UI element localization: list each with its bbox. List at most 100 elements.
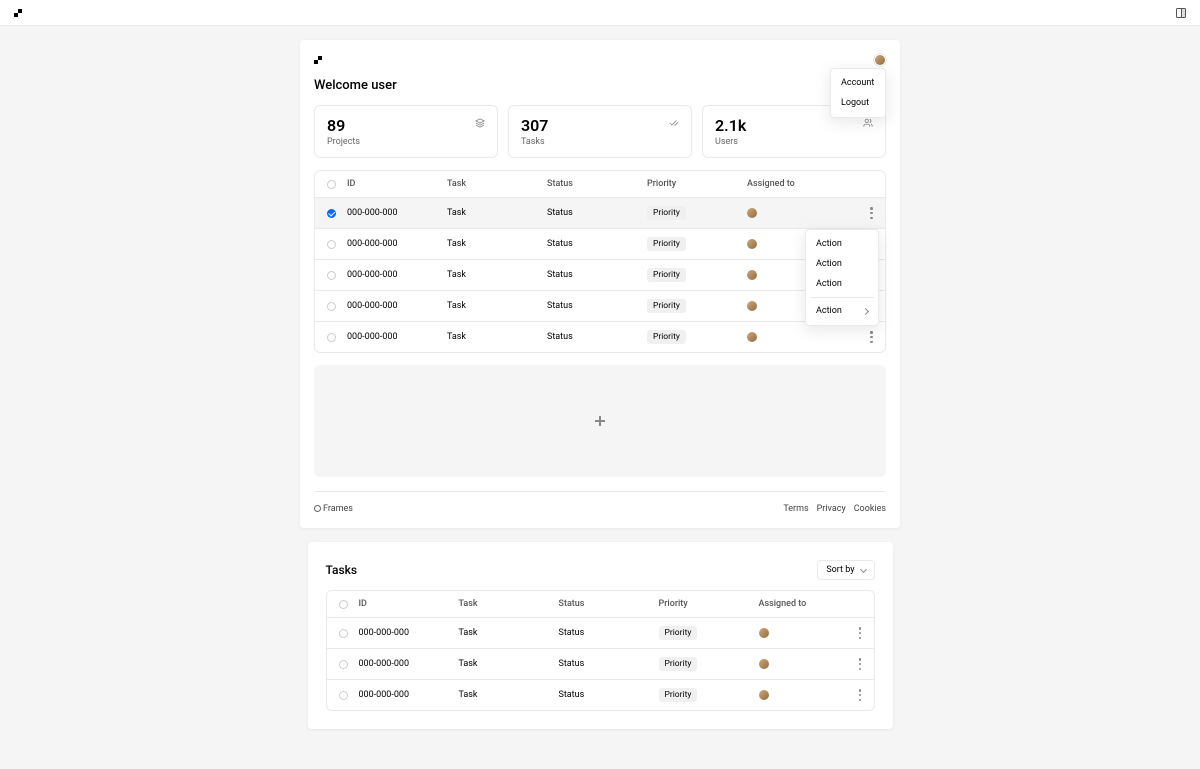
panel-toggle-icon[interactable] [1176,8,1186,18]
table-row[interactable]: 000-000-000 Task Status Priority [327,618,874,649]
cell-task: Task [447,270,547,280]
col-assigned: Assigned to [759,599,842,609]
assignee-avatar [747,332,757,342]
cell-task: Task [459,628,559,638]
assignee-avatar [759,659,769,669]
action-item[interactable]: Action [806,274,878,294]
stat-value: 307 [521,116,679,135]
priority-badge: Priority [659,688,698,702]
cell-task: Task [447,239,547,249]
stat-label: Users [715,137,873,147]
plus-icon [595,416,605,426]
privacy-link[interactable]: Privacy [817,504,846,514]
account-menu-item[interactable]: Account [831,73,885,93]
cell-task: Task [447,208,547,218]
sort-by-button[interactable]: Sort by [817,560,874,580]
stat-projects: 89 Projects [314,105,498,158]
priority-badge: Priority [647,268,686,282]
row-checkbox[interactable] [327,271,336,280]
table-row[interactable]: 000-000-000 Task Status Priority [315,322,885,352]
check-check-icon [669,118,679,128]
select-all-checkbox[interactable] [327,180,336,189]
logout-menu-item[interactable]: Logout [831,93,885,113]
welcome-heading: Welcome user [314,78,886,93]
row-actions-button[interactable] [870,207,873,219]
action-label: Action [816,306,842,316]
row-checkbox[interactable] [339,691,348,700]
col-priority: Priority [659,599,759,609]
cell-id: 000-000-000 [347,332,447,342]
logo [314,56,322,64]
cell-task: Task [459,690,559,700]
tasks-table-2: ID Task Status Priority Assigned to 000-… [326,590,875,711]
row-actions-button[interactable] [859,658,862,670]
brand-name: Frames [323,504,353,514]
cell-status: Status [547,332,647,342]
assignee-avatar [747,239,757,249]
row-actions-button[interactable] [870,331,873,343]
table-row[interactable]: 000-000-000 Task Status Priority [315,229,885,260]
row-checkbox[interactable] [339,660,348,669]
cell-status: Status [547,208,647,218]
empty-add-area[interactable] [314,365,886,477]
footer-links: Terms Privacy Cookies [783,504,886,514]
users-icon [863,118,873,128]
card-header: Account Logout [314,54,886,66]
user-avatar[interactable] [874,54,886,66]
table-row[interactable]: 000-000-000 Task Status Priority Action … [315,198,885,229]
col-assigned: Assigned to [747,179,853,189]
cell-task: Task [447,332,547,342]
col-task: Task [447,179,547,189]
assignee-avatar [747,270,757,280]
stat-label: Tasks [521,137,679,147]
row-checkbox[interactable] [327,333,336,342]
row-checkbox[interactable] [339,629,348,638]
cell-status: Status [547,301,647,311]
stat-tasks: 307 Tasks [508,105,692,158]
row-actions-button[interactable] [859,689,862,701]
cell-id: 000-000-000 [359,628,459,638]
logo [14,9,22,17]
tasks-card: Tasks Sort by ID Task Status Priority As… [308,542,893,729]
assignee-avatar [747,208,757,218]
layers-icon [475,118,485,128]
page-container: Account Logout Welcome user 89 Projects … [0,26,1200,769]
cookies-link[interactable]: Cookies [854,504,886,514]
stat-value: 89 [327,116,485,135]
col-priority: Priority [647,179,747,189]
select-all-checkbox[interactable] [339,600,348,609]
table-row[interactable]: 000-000-000 Task Status Priority [327,649,874,680]
action-item[interactable]: Action [806,234,878,254]
dashboard-card: Account Logout Welcome user 89 Projects … [300,40,900,528]
table-row[interactable]: 000-000-000 Task Status Priority [315,260,885,291]
row-checkbox[interactable] [327,302,336,311]
row-checkbox[interactable] [327,240,336,249]
row-checkbox[interactable] [327,209,336,218]
cell-status: Status [547,239,647,249]
terms-link[interactable]: Terms [783,504,808,514]
tasks-table: ID Task Status Priority Assigned to 000-… [314,170,886,353]
cell-id: 000-000-000 [359,690,459,700]
table-row[interactable]: 000-000-000 Task Status Priority [327,680,874,710]
col-status: Status [547,179,647,189]
cell-id: 000-000-000 [347,239,447,249]
cell-status: Status [547,270,647,280]
section-title: Tasks [326,563,358,577]
stats-row: 89 Projects 307 Tasks 2.1k Users [314,105,886,158]
cell-status: Status [559,659,659,669]
assignee-avatar [747,301,757,311]
chevron-right-icon [862,307,869,314]
action-item[interactable]: Action [806,254,878,274]
cell-status: Status [559,628,659,638]
copyright-icon [314,505,321,512]
priority-badge: Priority [647,206,686,220]
cell-id: 000-000-000 [347,301,447,311]
action-submenu-item[interactable]: Action [806,301,878,321]
priority-badge: Priority [659,657,698,671]
card-footer: Frames Terms Privacy Cookies [314,491,886,514]
col-task: Task [459,599,559,609]
priority-badge: Priority [659,626,698,640]
row-actions-button[interactable] [859,627,862,639]
col-id: ID [359,599,459,609]
table-row[interactable]: 000-000-000 Task Status Priority [315,291,885,322]
